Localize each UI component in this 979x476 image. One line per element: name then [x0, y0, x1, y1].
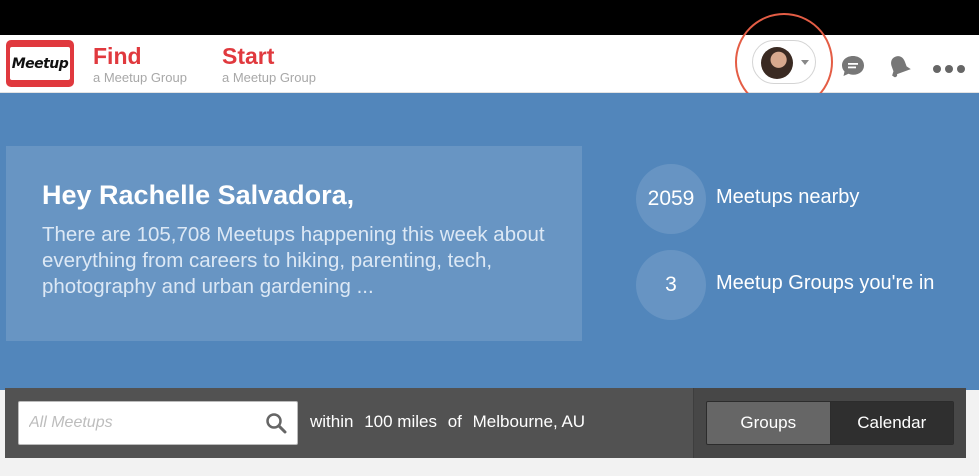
groups-view-button[interactable]: Groups	[707, 402, 831, 444]
bell-icon[interactable]	[886, 54, 912, 78]
profile-menu-button[interactable]	[752, 40, 816, 84]
stat-label: Meetups nearby	[716, 186, 860, 208]
find-sublabel: a Meetup Group	[93, 70, 187, 85]
avatar	[761, 47, 793, 79]
logo-text: Meetup	[10, 47, 70, 80]
distance-selector[interactable]: 100 miles	[364, 412, 437, 431]
site-header: Meetup Find a Meetup Group Start a Meetu…	[0, 35, 979, 93]
within-label: within	[310, 412, 354, 431]
view-toggle-area: Groups Calendar	[693, 388, 966, 458]
search-input[interactable]	[18, 401, 298, 445]
chevron-down-icon	[801, 60, 809, 65]
welcome-panel: Hey Rachelle Salvadora, There are 105,70…	[6, 146, 582, 341]
find-group-link[interactable]: Find a Meetup Group	[93, 43, 187, 86]
calendar-view-button[interactable]: Calendar	[830, 402, 953, 444]
stat-value: 3	[636, 250, 706, 320]
search-filters: within 100 miles of Melbourne, AU	[310, 412, 591, 432]
welcome-text: There are 105,708 Meetups happening this…	[42, 223, 545, 298]
browser-top-bar	[0, 0, 979, 35]
start-sublabel: a Meetup Group	[222, 70, 316, 85]
stat-label: Meetup Groups you're in	[716, 272, 935, 294]
meetup-logo[interactable]: Meetup	[6, 40, 74, 87]
hero-section: Hey Rachelle Salvadora, There are 105,70…	[0, 93, 979, 390]
welcome-title: Hey Rachelle Salvadora,	[42, 180, 355, 210]
find-label: Find	[93, 43, 142, 69]
view-toggle: Groups Calendar	[706, 401, 954, 445]
chat-bubble-icon[interactable]	[840, 54, 866, 78]
start-group-link[interactable]: Start a Meetup Group	[222, 43, 316, 86]
stat-value: 2059	[636, 164, 706, 234]
start-label: Start	[222, 43, 275, 69]
search-bar: within 100 miles of Melbourne, AU Groups…	[5, 388, 966, 458]
search-icon[interactable]	[265, 412, 287, 434]
of-label: of	[447, 412, 462, 431]
location-selector[interactable]: Melbourne, AU	[473, 412, 585, 431]
more-dots-icon[interactable]	[932, 60, 966, 73]
